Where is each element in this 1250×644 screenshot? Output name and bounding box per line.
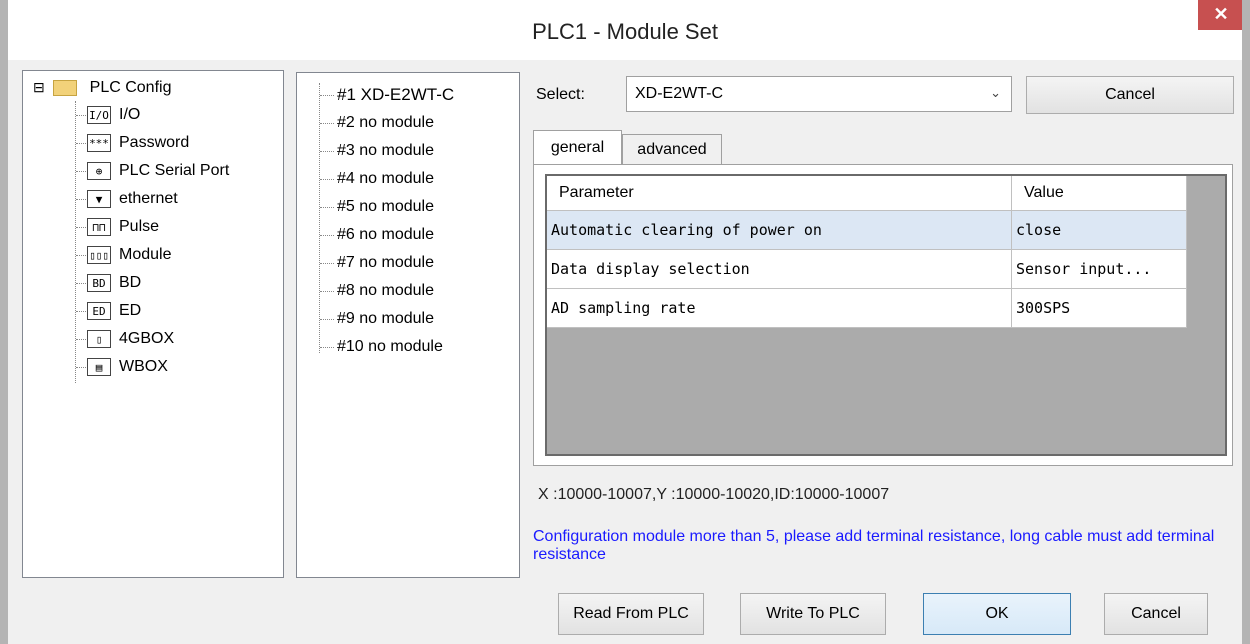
- password-icon: ***: [87, 133, 111, 152]
- tree-connector-branch: [76, 115, 86, 116]
- module-icon: ▯▯▯: [87, 245, 111, 264]
- parameter-grid: Parameter Value Automatic clearing of po…: [545, 174, 1227, 456]
- module-connector-branch: [320, 291, 334, 292]
- close-icon[interactable]: ✕: [1198, 0, 1244, 30]
- module-connector-branch: [320, 319, 334, 320]
- select-cancel-button[interactable]: Cancel: [1026, 76, 1234, 114]
- dropdown-value: XD-E2WT-C: [635, 85, 723, 102]
- tree-item[interactable]: *** Password: [87, 131, 189, 155]
- bd-icon: BD: [87, 273, 111, 292]
- collapse-icon[interactable]: ⊟: [33, 79, 45, 95]
- tree-item-label: ethernet: [119, 190, 178, 207]
- module-slot-item[interactable]: #5 no module: [337, 195, 434, 219]
- tree-connector-branch: [76, 255, 86, 256]
- parameter-name-cell: Data display selection: [547, 249, 1012, 289]
- parameter-row[interactable]: AD sampling rate 300SPS: [547, 288, 1187, 328]
- parameter-row[interactable]: Automatic clearing of power on close: [547, 210, 1187, 250]
- warning-message: Configuration module more than 5, please…: [533, 528, 1215, 563]
- module-connector-branch: [320, 207, 334, 208]
- title-bar[interactable]: PLC1 - Module Set ✕: [0, 0, 1250, 60]
- tree-item[interactable]: ⊓⊓ Pulse: [87, 215, 159, 239]
- tree-item[interactable]: ▤ WBOX: [87, 355, 168, 379]
- tree-connector-branch: [76, 367, 86, 368]
- parameter-name-cell: AD sampling rate: [547, 288, 1012, 328]
- ok-button[interactable]: OK: [923, 593, 1071, 635]
- tab-general[interactable]: general: [533, 130, 622, 164]
- module-connector-branch: [320, 235, 334, 236]
- tree-item-label: Password: [119, 134, 190, 151]
- module-slot-item[interactable]: #8 no module: [337, 279, 434, 303]
- module-slot-item[interactable]: #3 no module: [337, 139, 434, 163]
- module-connector-branch: [320, 95, 334, 96]
- tree-root[interactable]: ⊟ PLC Config: [33, 75, 171, 99]
- tree-connector-branch: [76, 171, 86, 172]
- module-slot-item[interactable]: #7 no module: [337, 251, 434, 275]
- module-slot-item[interactable]: #6 no module: [337, 223, 434, 247]
- write-to-plc-button[interactable]: Write To PLC: [740, 593, 886, 635]
- tree-item[interactable]: ⊕ PLC Serial Port: [87, 159, 229, 183]
- tree-item[interactable]: I/O I/O: [87, 103, 140, 127]
- tree-item-label: 4GBOX: [119, 330, 175, 347]
- parameter-name-cell: Automatic clearing of power on: [547, 210, 1012, 250]
- tree-connector-branch: [76, 199, 86, 200]
- tree-item-label: Module: [119, 246, 172, 263]
- config-tree-panel: ⊟ PLC Config I/O I/O *** Password ⊕ PLC Seria…: [22, 70, 284, 578]
- module-connector-branch: [320, 347, 334, 348]
- tree-item[interactable]: BD BD: [87, 271, 141, 295]
- address-info: X :10000-10007,Y :10000-10020,ID:10000-1…: [538, 486, 890, 503]
- tree-connector-branch: [76, 311, 86, 312]
- pulse-icon: ⊓⊓: [87, 217, 111, 236]
- window-frame-left: [0, 0, 8, 644]
- chevron-down-icon[interactable]: ⌄: [990, 85, 1001, 101]
- 4gbox-icon: ▯: [87, 329, 111, 348]
- tree-item-label: ED: [119, 302, 142, 319]
- tree-connector-branch: [76, 143, 86, 144]
- select-label: Select:: [536, 86, 585, 103]
- parameter-value-cell[interactable]: Sensor input...: [1011, 249, 1187, 289]
- module-connector-branch: [320, 123, 334, 124]
- tree-connector-branch: [76, 339, 86, 340]
- ethernet-icon: ▼: [87, 189, 111, 208]
- module-connector-branch: [320, 263, 334, 264]
- window-title: PLC1 - Module Set: [532, 19, 718, 44]
- module-slot-item[interactable]: #9 no module: [337, 307, 434, 331]
- parameter-table: Parameter Value Automatic clearing of po…: [547, 176, 1187, 328]
- column-header-value[interactable]: Value: [1011, 176, 1187, 211]
- tree-root-label: PLC Config: [89, 79, 172, 96]
- read-from-plc-button[interactable]: Read From PLC: [558, 593, 704, 635]
- tree-item-label: I/O: [119, 106, 141, 123]
- window-frame-right: [1242, 0, 1250, 644]
- column-header-parameter[interactable]: Parameter: [547, 176, 1012, 211]
- module-connector-branch: [320, 179, 334, 180]
- tree-item[interactable]: ED ED: [87, 299, 141, 323]
- module-connector-branch: [320, 151, 334, 152]
- parameter-row[interactable]: Data display selection Sensor input...: [547, 249, 1187, 289]
- tree-item[interactable]: ▯ 4GBOX: [87, 327, 174, 351]
- module-type-dropdown[interactable]: XD-E2WT-C ⌄: [626, 76, 1012, 112]
- tree-item-label: Pulse: [119, 218, 160, 235]
- parameter-value-cell[interactable]: close: [1011, 210, 1187, 250]
- folder-icon: [53, 79, 78, 96]
- module-slot-item[interactable]: #1 XD-E2WT-C: [337, 83, 454, 107]
- tab-advanced[interactable]: advanced: [622, 134, 722, 164]
- io-icon: I/O: [87, 105, 111, 124]
- module-slot-item[interactable]: #10 no module: [337, 335, 443, 359]
- tree-item-label: BD: [119, 274, 142, 291]
- serial-port-icon: ⊕: [87, 161, 111, 180]
- tree-item-label: PLC Serial Port: [119, 162, 230, 179]
- tree-item[interactable]: ▼ ethernet: [87, 187, 178, 211]
- module-list-panel: #1 XD-E2WT-C #2 no module #3 no module #4 n…: [296, 72, 520, 578]
- parameter-value-cell[interactable]: 300SPS: [1011, 288, 1187, 328]
- module-slot-item[interactable]: #4 no module: [337, 167, 434, 191]
- wbox-icon: ▤: [87, 357, 111, 376]
- tree-connector-branch: [76, 283, 86, 284]
- tree-item-label: WBOX: [119, 358, 168, 375]
- module-slot-item[interactable]: #2 no module: [337, 111, 434, 135]
- cancel-button[interactable]: Cancel: [1104, 593, 1208, 635]
- tree-item[interactable]: ▯▯▯ Module: [87, 243, 171, 267]
- tree-connector-branch: [76, 227, 86, 228]
- ed-icon: ED: [87, 301, 111, 320]
